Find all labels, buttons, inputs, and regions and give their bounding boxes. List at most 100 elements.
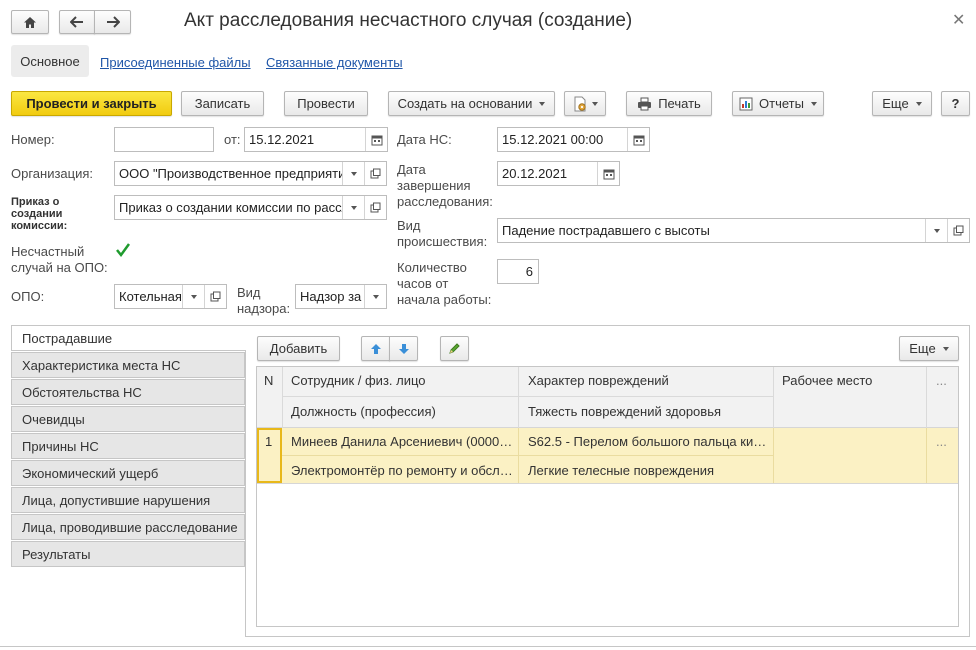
order-label: Приказ о создании комиссии: <box>11 196 68 232</box>
header-workplace[interactable]: Рабочее место <box>782 373 872 388</box>
tab-related-documents[interactable]: Связанные документы <box>266 55 403 70</box>
header-severity[interactable]: Тяжесть повреждений здоровья <box>528 404 721 419</box>
tab-investigators[interactable]: Лица, проводившие расследование <box>11 514 245 540</box>
date-end-field[interactable]: 20.12.2021 <box>497 161 620 186</box>
close-icon[interactable]: ✕ <box>952 10 965 30</box>
tab-label: Результаты <box>22 546 91 562</box>
row-severity[interactable]: Легкие телесные повреждения <box>528 463 768 478</box>
tab-violators[interactable]: Лица, допустившие нарушения <box>11 487 245 513</box>
from-label: от: <box>224 132 241 147</box>
tab-witnesses[interactable]: Очевидцы <box>11 406 245 432</box>
col-divider <box>518 428 519 483</box>
header-n[interactable]: N <box>264 373 273 388</box>
save-button[interactable]: Записать <box>181 91 264 116</box>
tab-label: Экономический ущерб <box>22 465 159 481</box>
dropdown-icon[interactable] <box>364 285 386 308</box>
edit-button[interactable] <box>440 336 469 361</box>
reports-button[interactable]: Отчеты <box>732 91 824 116</box>
date-from-field[interactable]: 15.12.2021 <box>244 127 388 152</box>
open-icon[interactable] <box>204 285 226 308</box>
tab-main[interactable]: Основное <box>11 45 89 77</box>
hours-field[interactable]: 6 <box>497 259 539 284</box>
calendar-icon[interactable] <box>365 128 387 151</box>
open-icon[interactable] <box>947 219 969 242</box>
dropdown-icon[interactable] <box>182 285 204 308</box>
organization-field[interactable]: ООО "Производственное предприятие" <box>114 161 387 186</box>
table-more-button[interactable]: Еще <box>899 336 959 361</box>
document-actions-button[interactable] <box>564 91 606 116</box>
print-button[interactable]: Печать <box>626 91 712 116</box>
tab-economic-damage[interactable]: Экономический ущерб <box>11 460 245 486</box>
tab-label: Лица, проводившие расследование <box>22 519 238 535</box>
incident-type-value: Падение пострадавшего с высоты <box>502 223 710 238</box>
dropdown-icon[interactable] <box>925 219 947 242</box>
tab-results[interactable]: Результаты <box>11 541 245 567</box>
more-button[interactable]: Еще <box>872 91 932 116</box>
supervision-field[interactable]: Надзор за <box>295 284 387 309</box>
tab-circumstances[interactable]: Обстоятельства НС <box>11 379 245 405</box>
header-injury[interactable]: Характер повреждений <box>528 373 669 388</box>
post-and-close-button[interactable]: Провести и закрыть <box>11 91 172 116</box>
opo-value: Котельная <box>119 289 182 304</box>
tab-label: Лица, допустившие нарушения <box>22 492 211 508</box>
tab-main-label: Основное <box>20 53 80 69</box>
move-up-button[interactable] <box>361 336 390 361</box>
move-down-button[interactable] <box>389 336 418 361</box>
row-divider <box>282 455 774 456</box>
create-based-label: Создать на основании <box>397 96 533 111</box>
row-divider <box>257 483 958 484</box>
open-icon[interactable] <box>364 162 386 185</box>
window-bottom-border <box>0 646 976 647</box>
add-label: Добавить <box>269 341 328 356</box>
chevron-down-icon <box>915 101 922 106</box>
tab-attached-files[interactable]: Присоединенные файлы <box>100 55 251 70</box>
date-ns-field[interactable]: 15.12.2021 00:00 <box>497 127 650 152</box>
row-position[interactable]: Электромонтёр по ремонту и обслуживанию … <box>291 463 513 478</box>
checkmark-icon <box>116 243 131 258</box>
add-button[interactable]: Добавить <box>257 336 340 361</box>
post-and-close-label: Провести и закрыть <box>26 96 157 111</box>
date-from-value: 15.12.2021 <box>249 132 315 147</box>
accident-opo-label: Несчастный случай на ОПО: <box>11 244 108 275</box>
col-divider <box>773 428 774 483</box>
chevron-down-icon <box>942 346 949 351</box>
open-icon[interactable] <box>364 196 386 219</box>
header-extra[interactable]: ... <box>936 373 947 388</box>
window-title: Акт расследования несчастного случая (со… <box>184 10 633 31</box>
header-position[interactable]: Должность (профессия) <box>291 404 436 419</box>
hours-value: 6 <box>525 264 533 279</box>
accident-opo-checkbox[interactable] <box>115 242 131 258</box>
dropdown-icon[interactable] <box>342 162 364 185</box>
dropdown-icon[interactable] <box>342 196 364 219</box>
home-button[interactable] <box>11 10 49 34</box>
date-ns-label: Дата НС: <box>397 132 452 147</box>
number-label: Номер: <box>11 132 55 147</box>
order-field[interactable]: Приказ о создании комиссии по расследова… <box>114 195 387 220</box>
number-field[interactable] <box>114 127 214 152</box>
opo-field[interactable]: Котельная <box>114 284 227 309</box>
report-icon <box>739 97 753 110</box>
header-employee[interactable]: Сотрудник / физ. лицо <box>291 373 426 388</box>
tab-place-characteristics[interactable]: Характеристика места НС <box>11 352 245 378</box>
arrow-up-icon <box>370 343 381 354</box>
date-ns-value: 15.12.2021 00:00 <box>502 132 604 147</box>
tab-causes[interactable]: Причины НС <box>11 433 245 459</box>
calendar-icon[interactable] <box>597 162 619 185</box>
row-extra[interactable]: ... <box>936 434 947 449</box>
pencil-icon <box>449 343 460 354</box>
tab-label: Очевидцы <box>22 411 85 427</box>
tab-victims[interactable]: Пострадавшие <box>11 325 246 351</box>
incident-type-label: Вид происшествия: <box>397 218 488 249</box>
incident-type-field[interactable]: Падение пострадавшего с высоты <box>497 218 970 243</box>
post-button[interactable]: Провести <box>284 91 368 116</box>
tab-victims-label: Пострадавшие <box>22 330 113 346</box>
calendar-icon[interactable] <box>627 128 649 151</box>
print-label: Печать <box>658 96 701 111</box>
create-based-button[interactable]: Создать на основании <box>388 91 555 116</box>
tab-label: Характеристика места НС <box>22 357 181 373</box>
help-button[interactable]: ? <box>941 91 970 116</box>
back-button[interactable] <box>59 10 95 34</box>
row-injury[interactable]: S62.5 - Перелом большого пальца кисти <box>528 434 768 449</box>
row-employee[interactable]: Минеев Данила Арсениевич (0000000001) <box>291 434 513 449</box>
forward-button[interactable] <box>94 10 131 34</box>
